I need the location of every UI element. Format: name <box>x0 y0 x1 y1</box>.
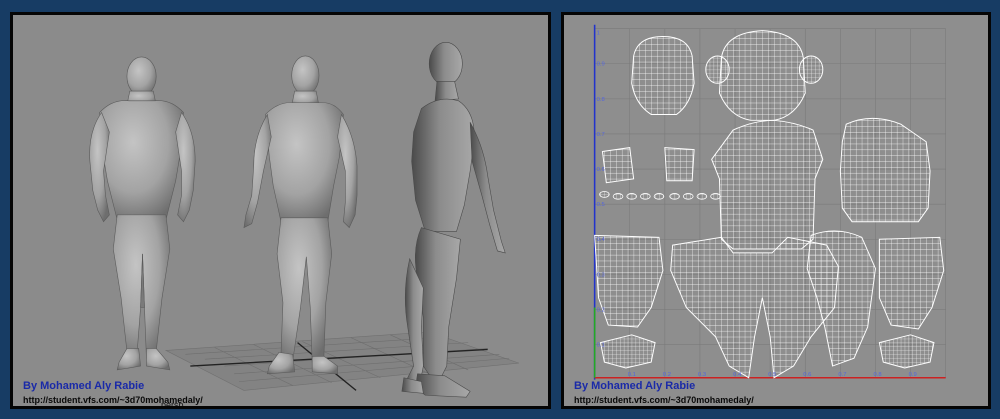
perspective-viewport[interactable]: By Mohamed Aly Rabie http://student.vfs.… <box>10 12 551 409</box>
y-tick: 0.3 <box>597 272 605 278</box>
uv-shells-small <box>599 191 721 200</box>
uv-shell-head-back <box>631 35 695 115</box>
uv-shell-ear-left <box>705 55 730 84</box>
y-tick: 0.2 <box>597 307 605 313</box>
author-credit: By Mohamed Aly Rabie <box>23 380 145 392</box>
y-tick: 1 <box>597 31 600 37</box>
uv-texture-editor[interactable]: 1 0.9 0.8 0.7 0.6 0.5 0.4 0.3 0.2 0.1 0.… <box>561 12 991 409</box>
x-tick: 0.3 <box>698 372 706 378</box>
view-label: persp <box>161 400 184 409</box>
x-tick: 0.2 <box>663 372 671 378</box>
uv-shell-torso-front <box>711 119 824 250</box>
y-tick: 0.8 <box>597 97 605 103</box>
uv-shell-shoulder-right <box>664 147 695 182</box>
uv-shell-leg-back <box>806 230 876 367</box>
x-tick: 0.8 <box>874 372 882 378</box>
x-tick: 0.6 <box>803 372 811 378</box>
y-tick: 0.4 <box>597 237 606 243</box>
uv-shell-hand-left <box>599 334 656 369</box>
x-tick: 0.5 <box>768 372 776 378</box>
character-three-quarter-view <box>243 55 358 375</box>
y-tick: 0.5 <box>597 202 605 208</box>
x-tick: 0.9 <box>909 372 917 378</box>
y-tick: 0.7 <box>597 132 605 138</box>
uv-shell-hand-right <box>878 334 935 369</box>
x-tick: 0.7 <box>838 372 846 378</box>
uv-shell-face <box>718 30 806 121</box>
uv-shell-shoulder-left <box>601 147 635 184</box>
uv-x-tick-labels: 0.1 0.2 0.3 0.4 0.5 0.6 0.7 0.8 0.9 <box>628 372 917 378</box>
y-tick: 0.9 <box>597 62 605 68</box>
uv-shell-arm-left <box>594 234 664 328</box>
model-scene <box>89 42 519 398</box>
x-tick: 0.1 <box>628 372 636 378</box>
uv-layout: 1 0.9 0.8 0.7 0.6 0.5 0.4 0.3 0.2 0.1 0.… <box>593 24 946 380</box>
uv-shell-ear-right <box>798 55 824 84</box>
y-tick: 0.6 <box>597 167 605 173</box>
y-tick: 0.1 <box>597 343 605 349</box>
uv-shell-arm-right <box>878 236 945 330</box>
author-credit: By Mohamed Aly Rabie <box>574 380 696 392</box>
author-url[interactable]: http://student.vfs.com/~3d70mohamedaly/ <box>574 395 754 405</box>
character-front-view <box>89 56 196 371</box>
x-tick: 0.4 <box>733 372 742 378</box>
ground-grid <box>164 331 519 391</box>
